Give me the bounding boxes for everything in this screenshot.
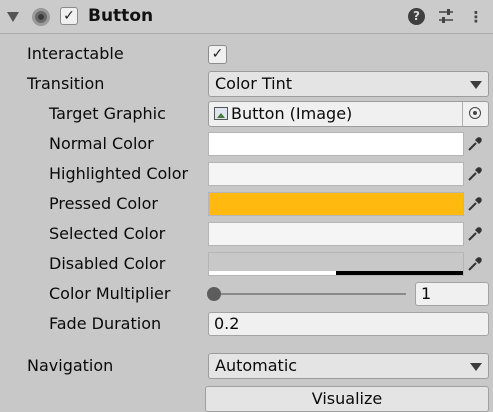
target-graphic-object-field[interactable]: Button (Image) [208, 101, 489, 127]
row-target-graphic: Target Graphic Button (Image) [0, 99, 493, 129]
eyedropper-icon[interactable] [466, 255, 484, 273]
target-graphic-value: Button (Image) [231, 104, 353, 123]
interactable-checkbox[interactable]: ✓ [208, 45, 227, 64]
color-multiplier-slider-thumb[interactable] [207, 287, 221, 301]
row-transition: Transition Color Tint [0, 69, 493, 99]
row-color-multiplier: Color Multiplier 1 [0, 279, 493, 309]
transition-dropdown[interactable]: Color Tint [208, 71, 489, 97]
color-multiplier-label: Color Multiplier [49, 284, 171, 303]
navigation-label: Navigation [27, 356, 114, 375]
alpha-bar [209, 271, 463, 275]
button-component-inspector: ✓ Button ? ⋮ Interactable ✓ Transition C… [0, 0, 493, 412]
eyedropper-icon[interactable] [466, 195, 484, 213]
component-enabled-checkbox[interactable]: ✓ [60, 7, 78, 25]
transition-label: Transition [27, 74, 105, 93]
pressed-color-label: Pressed Color [49, 194, 158, 213]
image-icon [214, 107, 228, 120]
color-multiplier-slider-track[interactable] [214, 293, 406, 295]
foldout-arrow-icon[interactable] [7, 12, 19, 22]
row-visualize: Visualize [0, 386, 493, 412]
row-pressed-color: Pressed Color [0, 189, 493, 219]
selected-color-label: Selected Color [49, 224, 166, 243]
component-title: Button [88, 6, 154, 26]
row-disabled-color: Disabled Color [0, 249, 493, 279]
normal-color-swatch[interactable] [208, 132, 464, 156]
component-header[interactable]: ✓ Button ? ⋮ [0, 0, 493, 34]
eyedropper-icon[interactable] [466, 225, 484, 243]
visualize-button[interactable]: Visualize [205, 386, 489, 412]
transition-value: Color Tint [215, 74, 292, 93]
fade-duration-input[interactable]: 0.2 [208, 312, 489, 336]
normal-color-label: Normal Color [49, 134, 154, 153]
row-selected-color: Selected Color [0, 219, 493, 249]
dropdown-arrow-icon [470, 363, 482, 371]
navigation-dropdown[interactable]: Automatic [208, 353, 489, 379]
row-highlighted-color: Highlighted Color [0, 159, 493, 189]
check-icon: ✓ [63, 8, 75, 24]
sliders-icon [439, 9, 453, 23]
help-icon[interactable]: ? [408, 8, 425, 25]
navigation-value: Automatic [215, 356, 298, 375]
selected-color-swatch[interactable] [208, 222, 464, 246]
kebab-menu-icon[interactable]: ⋮ [467, 8, 485, 26]
fade-duration-label: Fade Duration [49, 314, 162, 333]
row-interactable: Interactable ✓ [0, 39, 493, 69]
highlighted-color-label: Highlighted Color [49, 164, 189, 183]
row-navigation: Navigation Automatic [0, 351, 493, 381]
presets-sliders-icon[interactable] [437, 8, 455, 26]
highlighted-color-swatch[interactable] [208, 162, 464, 186]
interactable-label: Interactable [27, 44, 124, 63]
color-multiplier-input[interactable]: 1 [415, 282, 489, 306]
eyedropper-icon[interactable] [466, 135, 484, 153]
target-graphic-label: Target Graphic [49, 104, 166, 123]
disabled-color-label: Disabled Color [49, 254, 166, 273]
row-normal-color: Normal Color [0, 129, 493, 159]
disabled-color-swatch[interactable] [208, 252, 464, 276]
eyedropper-icon[interactable] [466, 165, 484, 183]
row-fade-duration: Fade Duration 0.2 [0, 309, 493, 339]
component-icon [32, 8, 50, 26]
check-icon: ✓ [211, 46, 224, 62]
pressed-color-swatch[interactable] [208, 192, 464, 216]
object-picker-icon[interactable] [462, 102, 488, 126]
dropdown-arrow-icon [470, 81, 482, 89]
alpha-bar-fill [336, 271, 463, 275]
